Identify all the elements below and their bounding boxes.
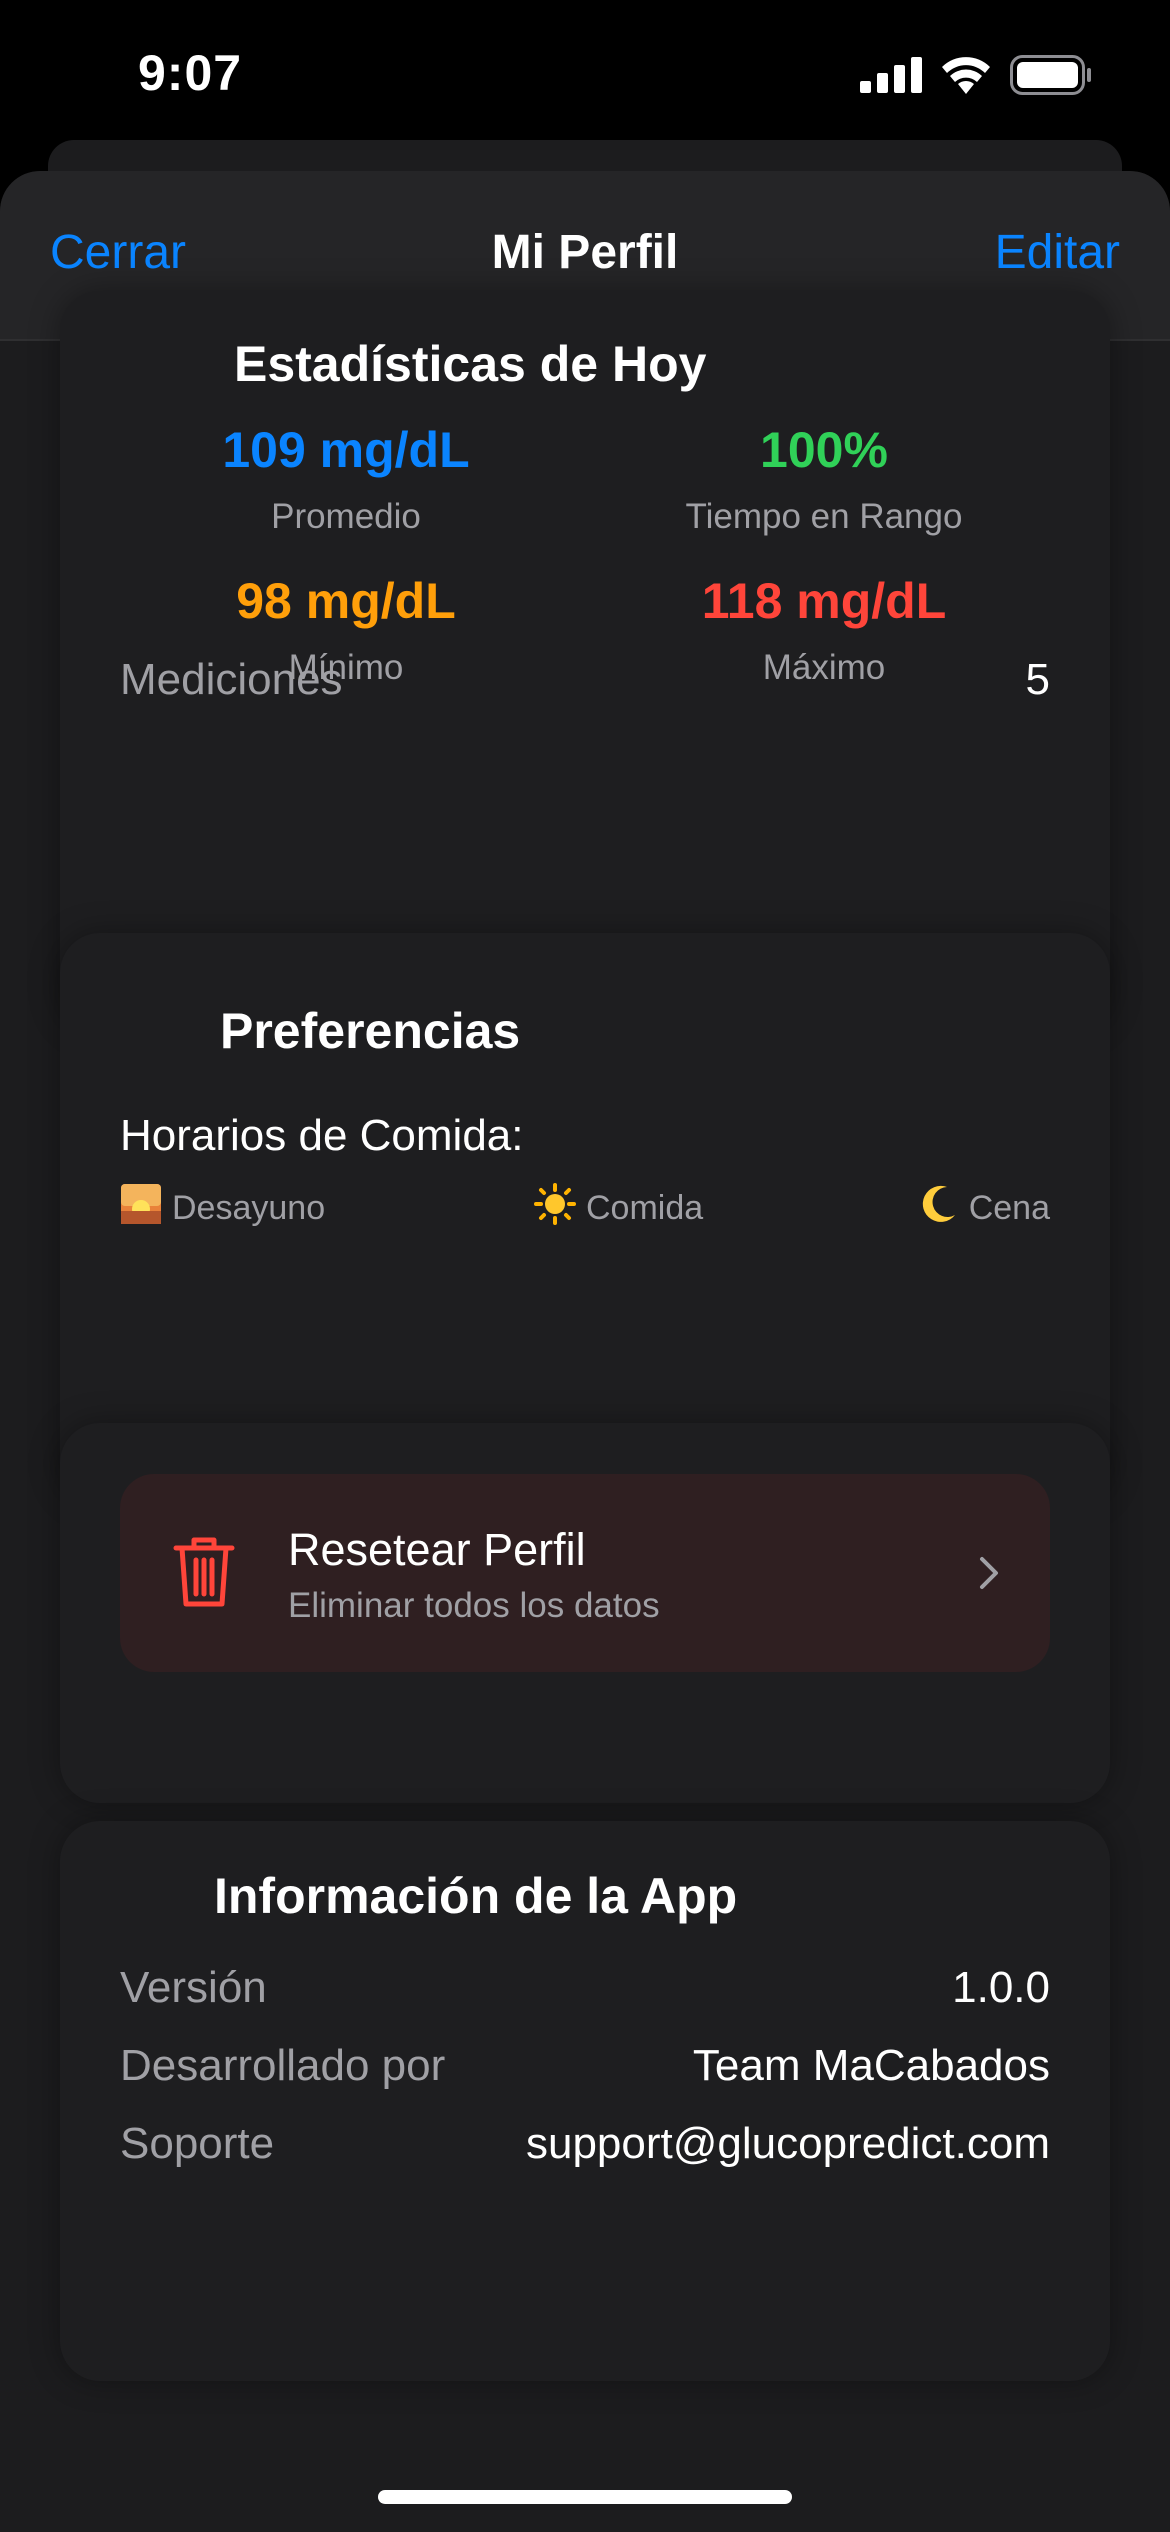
stats-card: Estadísticas de Hoy 109 mg/dL Promedio 1… [60, 291, 1110, 1031]
stat-average: 109 mg/dL Promedio [106, 421, 586, 537]
edit-button[interactable]: Editar [995, 225, 1120, 280]
app-info-card: Información de la App Versión 1.0.0 Desa… [60, 1821, 1110, 2381]
developer-value: Team MaCabados [692, 2041, 1050, 2090]
measurements-value: 5 [1025, 655, 1050, 704]
stat-average-value: 109 mg/dL [222, 422, 470, 478]
meal-dinner-label: Cena [968, 1189, 1050, 1227]
version-label: Versión [120, 1963, 267, 2012]
meal-breakfast: Desayuno [120, 1183, 325, 1234]
battery-icon [1010, 54, 1092, 100]
sunrise-icon [120, 1183, 162, 1234]
support-label: Soporte [120, 2119, 275, 2168]
meal-dinner: Cena [917, 1183, 1050, 1234]
version-value: 1.0.0 [952, 1963, 1050, 2012]
stat-in-range-label: Tiempo en Rango [685, 497, 963, 536]
trash-icon [172, 1534, 236, 1615]
developer-label: Desarrollado por [120, 2041, 446, 2090]
measurements-label: Mediciones [120, 655, 343, 704]
sun-icon [534, 1183, 576, 1234]
stats-title: Estadísticas de Hoy [234, 336, 707, 392]
preferences-card: Preferencias Horarios de Comida: Desayun… [60, 933, 1110, 1503]
preferences-title: Preferencias [220, 1003, 521, 1059]
meal-breakfast-label: Desayuno [172, 1189, 326, 1227]
meal-lunch-label: Comida [586, 1189, 704, 1227]
status-icons [860, 52, 1092, 102]
profile-sheet: Cerrar Mi Perfil Editar Estadísticas de … [0, 171, 1170, 2532]
reset-card: Resetear Perfil Eliminar todos los datos [60, 1423, 1110, 1803]
meal-lunch: Comida [534, 1183, 703, 1234]
reset-subtitle: Eliminar todos los datos [288, 1586, 660, 1625]
app-info-title: Información de la App [214, 1868, 738, 1924]
stat-in-range: 100% Tiempo en Rango [584, 421, 1064, 537]
stat-in-range-value: 100% [760, 422, 888, 478]
status-bar: 9:07 [0, 0, 1170, 150]
cellular-signal-icon [860, 56, 922, 98]
stat-average-label: Promedio [271, 497, 421, 536]
stat-maximum: 118 mg/dL Máximo [584, 572, 1064, 688]
reset-title: Resetear Perfil [288, 1524, 586, 1575]
meal-times-label: Horarios de Comida: [120, 1111, 524, 1160]
status-time: 9:07 [138, 45, 243, 101]
stat-maximum-label: Máximo [762, 648, 886, 687]
moon-icon [917, 1183, 959, 1234]
home-indicator[interactable] [378, 2490, 792, 2504]
stat-minimum-value: 98 mg/dL [236, 573, 456, 629]
support-email-link[interactable]: support@glucopredict.com [526, 2119, 1050, 2169]
reset-profile-button[interactable]: Resetear Perfil Eliminar todos los datos [120, 1474, 1050, 1672]
stat-maximum-value: 118 mg/dL [701, 573, 947, 629]
chevron-right-icon [978, 1556, 1000, 1595]
wifi-icon [940, 56, 992, 99]
